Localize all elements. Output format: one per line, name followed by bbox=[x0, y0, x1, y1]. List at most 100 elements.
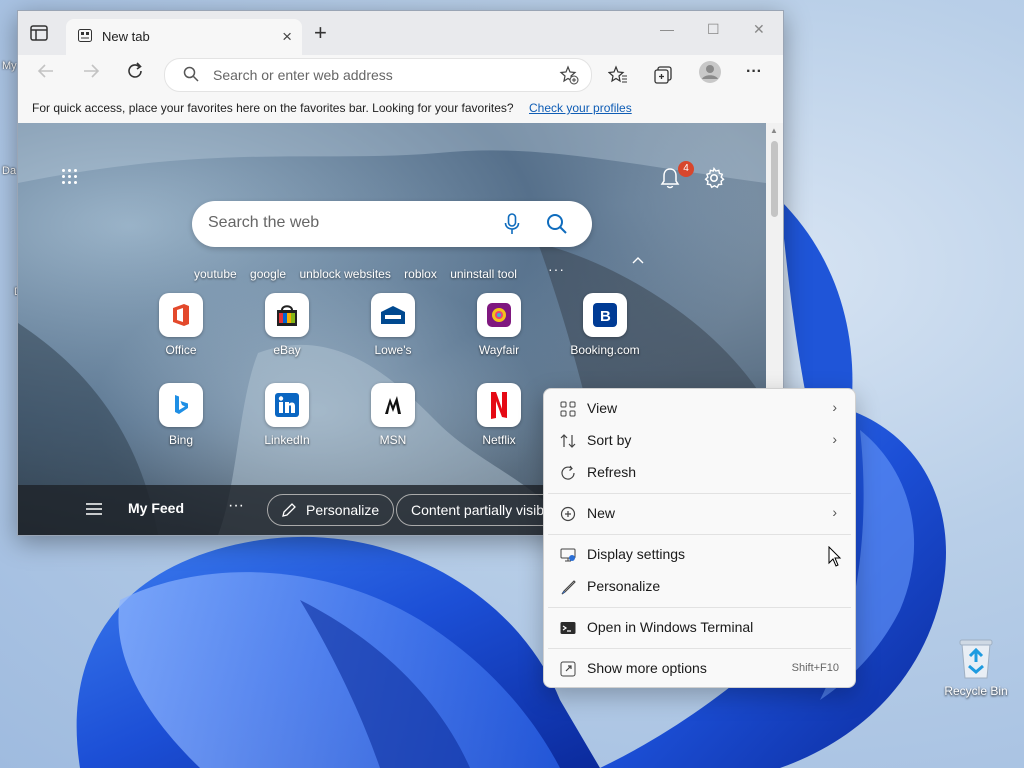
menu-item-refresh[interactable]: Refresh bbox=[548, 458, 851, 488]
svg-text:B: B bbox=[600, 308, 611, 325]
tile-office[interactable]: Office bbox=[136, 293, 226, 357]
tile-booking[interactable]: B Booking.com bbox=[560, 293, 650, 357]
refresh-icon bbox=[560, 465, 576, 481]
personalize-feed-button[interactable]: Personalize bbox=[267, 494, 395, 526]
settings-more-button[interactable]: ··· bbox=[746, 63, 762, 81]
quick-link[interactable]: youtube bbox=[194, 267, 237, 281]
add-favorite-icon[interactable] bbox=[559, 65, 579, 90]
sort-icon bbox=[560, 433, 576, 449]
feed-more-button[interactable]: ··· bbox=[228, 497, 244, 515]
display-settings-icon bbox=[560, 547, 576, 563]
tab-actions-icon[interactable] bbox=[30, 25, 48, 41]
tab-new-tab[interactable]: New tab × bbox=[66, 19, 302, 55]
personalize-label: Personalize bbox=[306, 502, 380, 518]
recycle-bin[interactable]: Recycle Bin bbox=[940, 636, 1012, 698]
forward-arrow-icon bbox=[84, 64, 100, 78]
back-arrow-icon bbox=[37, 64, 53, 78]
tile-lowes[interactable]: Lowe's bbox=[348, 293, 438, 357]
close-window-button[interactable]: ✕ bbox=[753, 21, 765, 38]
minimize-button[interactable]: — bbox=[660, 21, 674, 37]
quick-link[interactable]: google bbox=[250, 267, 286, 281]
search-icon bbox=[183, 66, 199, 87]
menu-item-label: Open in Windows Terminal bbox=[587, 619, 754, 635]
tile-linkedin[interactable]: LinkedIn bbox=[242, 383, 332, 447]
menu-item-show-more-options[interactable]: Show more options Shift+F10 bbox=[548, 654, 851, 684]
tile-label: Wayfair bbox=[478, 343, 520, 357]
wayfair-icon bbox=[477, 293, 521, 337]
netflix-icon bbox=[477, 383, 521, 427]
menu-item-label: Personalize bbox=[587, 578, 661, 594]
address-bar[interactable]: Search or enter web address bbox=[164, 58, 592, 92]
tile-label: Booking.com bbox=[570, 343, 640, 357]
quick-links-more-button[interactable]: ··· bbox=[548, 261, 565, 277]
quick-link[interactable]: unblock websites bbox=[299, 267, 390, 281]
menu-item-personalize[interactable]: Personalize bbox=[548, 572, 851, 602]
recycle-bin-label: Recycle Bin bbox=[944, 684, 1008, 698]
back-button[interactable] bbox=[33, 61, 59, 87]
collections-icon[interactable] bbox=[653, 65, 673, 90]
scrollbar-thumb[interactable] bbox=[771, 141, 778, 217]
view-grid-icon bbox=[560, 401, 576, 417]
refresh-button[interactable] bbox=[122, 61, 148, 87]
tab-close-button[interactable]: × bbox=[282, 27, 292, 47]
hamburger-menu-icon[interactable] bbox=[86, 502, 102, 521]
menu-item-view[interactable]: View › bbox=[548, 394, 851, 424]
forward-button[interactable] bbox=[78, 61, 104, 87]
tile-label: eBay bbox=[273, 343, 301, 357]
tile-ebay[interactable]: eBay bbox=[242, 293, 332, 357]
collapse-chevron-icon[interactable] bbox=[632, 253, 644, 267]
tile-wayfair[interactable]: Wayfair bbox=[454, 293, 544, 357]
tile-bing[interactable]: Bing bbox=[136, 383, 226, 447]
linkedin-icon bbox=[265, 383, 309, 427]
profile-avatar-icon[interactable] bbox=[698, 60, 722, 89]
menu-item-open-terminal[interactable]: Open in Windows Terminal bbox=[548, 613, 851, 643]
new-tab-button[interactable]: + bbox=[314, 22, 327, 44]
menu-item-label: Display settings bbox=[587, 546, 686, 562]
quick-links: youtube google unblock websites roblox u… bbox=[194, 267, 527, 281]
check-profiles-link[interactable]: Check your profiles bbox=[529, 101, 632, 115]
address-placeholder: Search or enter web address bbox=[213, 67, 393, 83]
msn-icon bbox=[371, 383, 415, 427]
scroll-up-arrow-icon[interactable]: ▲ bbox=[770, 126, 778, 135]
menu-item-label: Show more options bbox=[587, 660, 707, 676]
recycle-bin-icon bbox=[956, 636, 996, 680]
desktop-icon-label[interactable]: Da bbox=[2, 165, 16, 177]
bing-icon bbox=[159, 383, 203, 427]
brush-icon bbox=[560, 579, 576, 595]
menu-separator bbox=[548, 493, 851, 494]
booking-icon: B bbox=[583, 293, 627, 337]
tile-label: Bing bbox=[168, 433, 194, 447]
quick-link[interactable]: roblox bbox=[404, 267, 437, 281]
submenu-chevron-icon: › bbox=[832, 399, 837, 415]
maximize-button[interactable]: ☐ bbox=[707, 21, 720, 38]
keyboard-shortcut: Shift+F10 bbox=[791, 662, 839, 674]
microphone-icon[interactable] bbox=[504, 213, 520, 240]
submenu-chevron-icon: › bbox=[832, 504, 837, 520]
desktop-context-menu: View › Sort by › Refresh New › Display s… bbox=[543, 388, 856, 688]
submenu-chevron-icon: › bbox=[832, 431, 837, 447]
menu-item-sort-by[interactable]: Sort by › bbox=[548, 426, 851, 456]
tile-label: Netflix bbox=[482, 433, 516, 447]
menu-item-label: Refresh bbox=[587, 464, 637, 480]
tile-netflix[interactable]: Netflix bbox=[454, 383, 544, 447]
menu-item-new[interactable]: New › bbox=[548, 499, 851, 529]
desktop-icon-label[interactable]: My bbox=[2, 60, 17, 72]
tab-title: New tab bbox=[102, 29, 150, 44]
browser-toolbar: Search or enter web address ··· bbox=[18, 55, 783, 93]
menu-item-label: View bbox=[587, 400, 618, 416]
favorites-icon[interactable] bbox=[607, 65, 628, 90]
page-settings-gear-icon[interactable] bbox=[703, 166, 725, 194]
notifications-bell-icon[interactable] bbox=[660, 167, 680, 194]
menu-item-display-settings[interactable]: Display settings bbox=[548, 540, 851, 570]
search-submit-icon[interactable] bbox=[546, 213, 568, 240]
tile-label: Office bbox=[165, 343, 197, 357]
terminal-icon bbox=[560, 620, 576, 636]
content-visibility-label: Content partially visible bbox=[411, 502, 555, 518]
notification-count-badge: 4 bbox=[678, 161, 694, 177]
quick-link[interactable]: uninstall tool bbox=[450, 267, 517, 281]
tile-msn[interactable]: MSN bbox=[348, 383, 438, 447]
favorites-bar-message: For quick access, place your favorites h… bbox=[32, 101, 514, 115]
web-search-box[interactable]: Search the web bbox=[192, 201, 592, 247]
my-feed-tab[interactable]: My Feed bbox=[128, 500, 184, 516]
apps-launcher-icon[interactable] bbox=[62, 169, 78, 185]
